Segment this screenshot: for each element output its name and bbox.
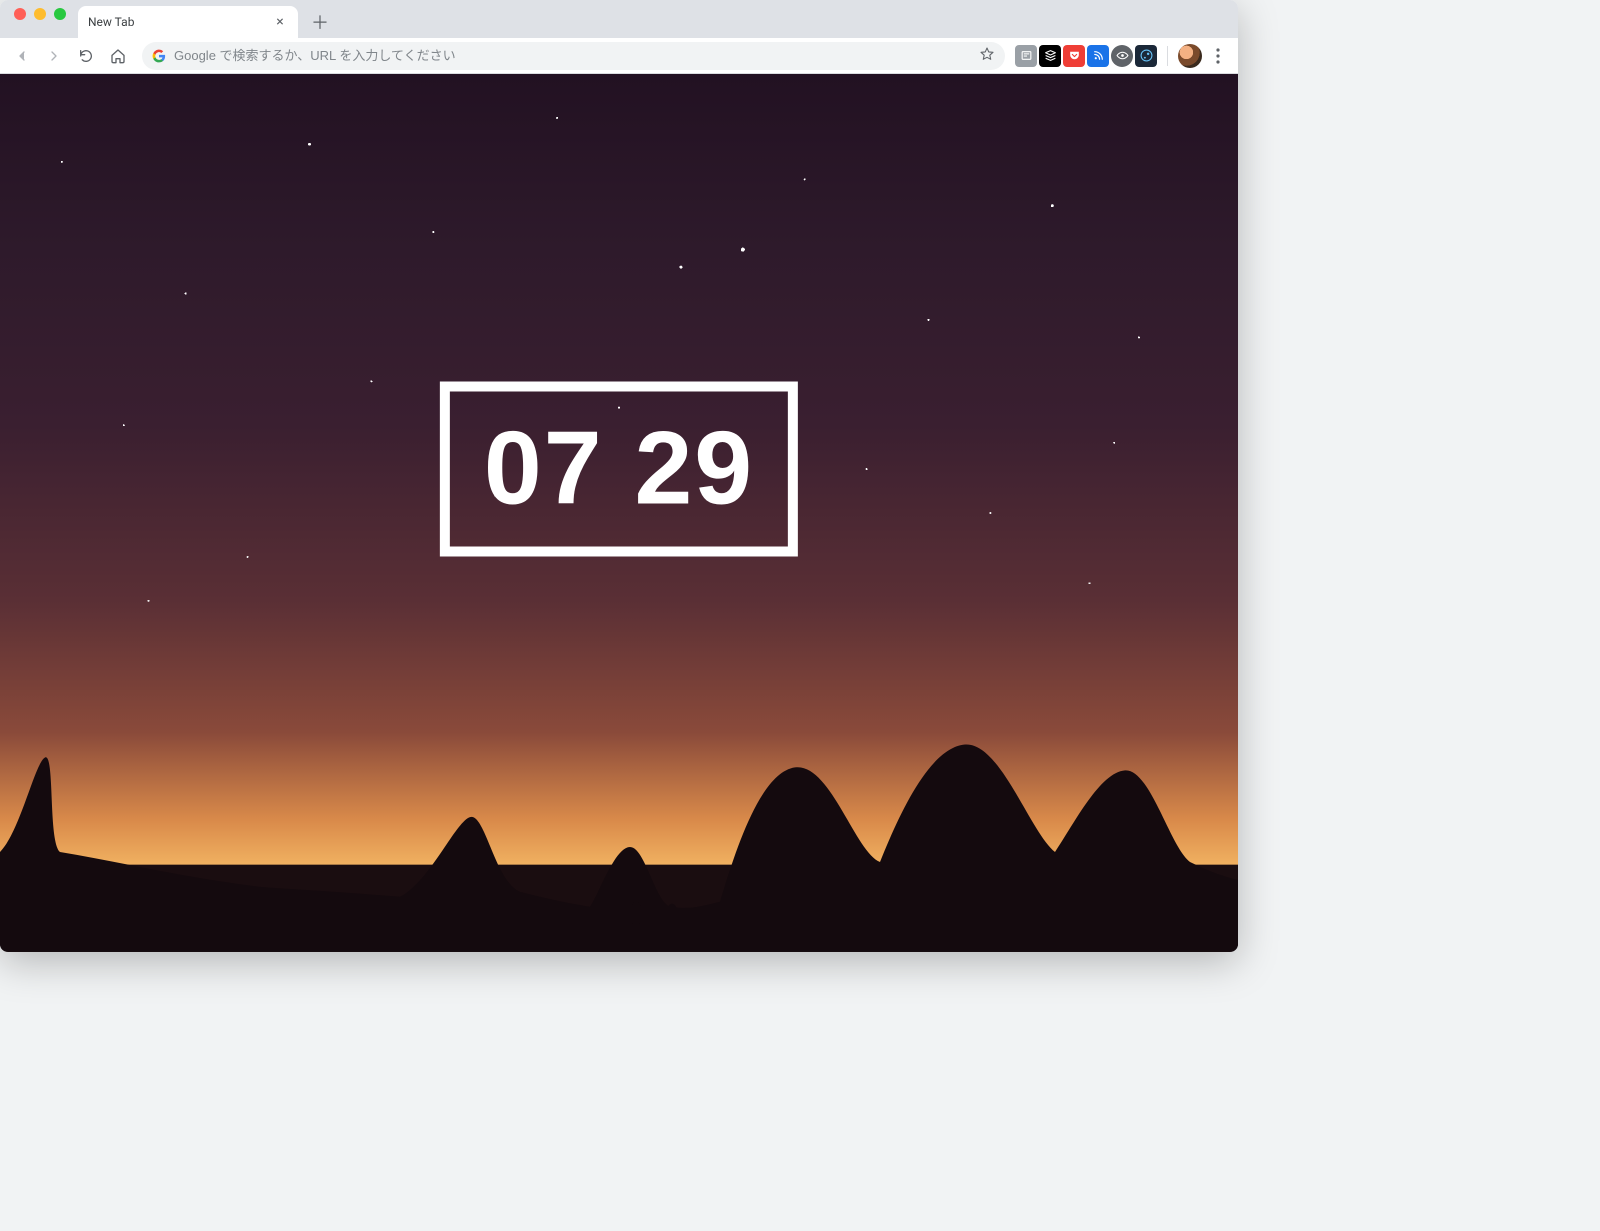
tab-strip: New Tab × ＋ [0, 0, 1238, 38]
maximize-window-button[interactable] [54, 8, 66, 20]
clock-widget: 07 29 [440, 382, 798, 557]
extension-steam[interactable] [1135, 45, 1157, 67]
profile-avatar[interactable] [1178, 44, 1202, 68]
extension-newspaper[interactable] [1015, 45, 1037, 67]
pocket-icon [1068, 49, 1081, 62]
new-tab-content: 07 29 [0, 74, 1238, 952]
clock-minutes: 29 [634, 411, 754, 527]
new-tab-button[interactable]: ＋ [306, 8, 334, 36]
buffer-icon [1044, 49, 1057, 62]
extension-rss[interactable] [1087, 45, 1109, 67]
toolbar-divider [1167, 46, 1168, 66]
close-window-button[interactable] [14, 8, 26, 20]
extension-pocket[interactable] [1063, 45, 1085, 67]
star-icon [979, 46, 995, 62]
bookmark-star-button[interactable] [979, 46, 995, 66]
home-button[interactable] [104, 42, 132, 70]
extensions-row [1015, 45, 1157, 67]
tab-title: New Tab [88, 15, 272, 29]
google-g-icon [152, 49, 166, 63]
forward-button[interactable] [40, 42, 68, 70]
window-controls [8, 8, 72, 30]
reload-icon [78, 48, 94, 64]
chrome-menu-button[interactable] [1206, 44, 1230, 68]
home-icon [110, 48, 126, 64]
rss-icon [1092, 49, 1105, 62]
steam-icon [1140, 49, 1153, 62]
toolbar [0, 38, 1238, 74]
newspaper-icon [1020, 49, 1033, 62]
eye-icon [1116, 49, 1129, 62]
extension-eye[interactable] [1111, 45, 1133, 67]
close-tab-button[interactable]: × [272, 14, 288, 30]
minimize-window-button[interactable] [34, 8, 46, 20]
kebab-icon [1216, 48, 1220, 64]
reload-button[interactable] [72, 42, 100, 70]
tab-active[interactable]: New Tab × [78, 6, 298, 38]
omnibox-input[interactable] [174, 48, 971, 63]
extension-buffer[interactable] [1039, 45, 1061, 67]
browser-window: New Tab × ＋ [0, 0, 1238, 952]
clock-text: 07 29 [484, 410, 754, 529]
arrow-left-icon [14, 48, 30, 64]
clock-hours: 07 [484, 411, 604, 527]
arrow-right-icon [46, 48, 62, 64]
omnibox[interactable] [142, 42, 1005, 70]
back-button[interactable] [8, 42, 36, 70]
